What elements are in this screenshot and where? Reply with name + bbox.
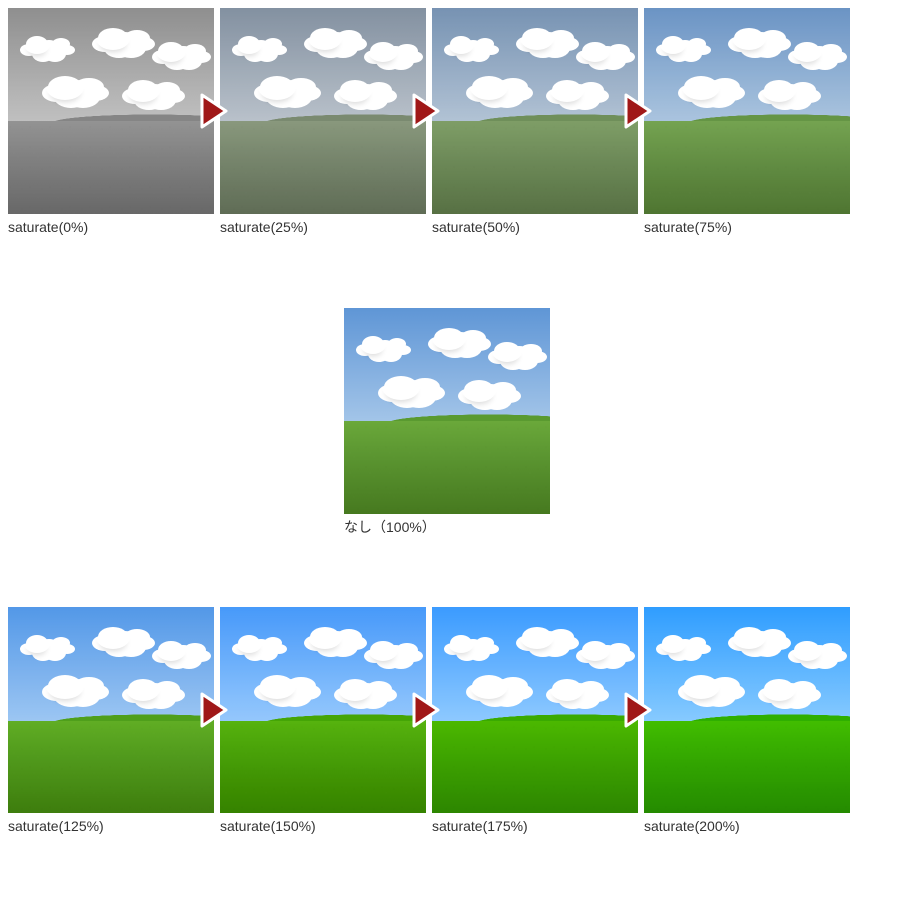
sample-image	[644, 8, 850, 214]
thumbnail-cell: saturate(125%)	[8, 607, 214, 837]
cloud-shape	[128, 679, 158, 699]
thumbnail-label: saturate(125%)	[8, 817, 214, 837]
thumbnail-wrapper	[8, 607, 214, 813]
cloud-shape	[238, 36, 260, 52]
thumbnail-wrapper	[220, 607, 426, 813]
thumbnail-wrapper	[220, 8, 426, 214]
arrow-right-icon	[412, 93, 440, 129]
cloud-shape	[26, 36, 48, 52]
sample-image	[8, 8, 214, 214]
cloud-shape	[260, 76, 294, 98]
cloud-shape	[434, 328, 464, 348]
cloud-shape	[450, 36, 472, 52]
thumbnail-cell: なし（100%）	[344, 308, 550, 538]
cloud-shape	[464, 380, 494, 400]
thumbnail-wrapper	[8, 8, 214, 214]
ground-layer	[432, 121, 638, 214]
sample-image	[344, 308, 550, 514]
ground-layer	[220, 721, 426, 814]
cloud-shape	[582, 641, 608, 659]
cloud-shape	[794, 42, 820, 60]
cloud-shape	[340, 80, 370, 100]
arrow-right-icon	[200, 692, 228, 728]
cloud-shape	[522, 627, 552, 647]
cloud-shape	[260, 675, 294, 697]
thumbnail-cell: saturate(200%)	[644, 607, 850, 837]
cloud-shape	[662, 635, 684, 651]
sample-image	[432, 8, 638, 214]
arrow-right-icon	[200, 93, 228, 129]
ground-layer	[220, 121, 426, 214]
ground-layer	[344, 421, 550, 514]
sample-image	[220, 8, 426, 214]
cloud-shape	[450, 635, 472, 651]
cloud-shape	[362, 336, 384, 352]
cloud-shape	[552, 80, 582, 100]
ground-layer	[644, 721, 850, 814]
cloud-shape	[128, 80, 158, 100]
thumbnail-label: saturate(0%)	[8, 218, 214, 238]
cloud-shape	[494, 342, 520, 360]
cloud-shape	[370, 42, 396, 60]
cloud-shape	[734, 627, 764, 647]
arrow-right-icon	[624, 93, 652, 129]
cloud-shape	[310, 627, 340, 647]
cloud-shape	[794, 641, 820, 659]
cloud-shape	[384, 376, 418, 398]
cloud-shape	[662, 36, 684, 52]
arrow-right-icon	[624, 692, 652, 728]
ground-layer	[8, 121, 214, 214]
cloud-shape	[340, 679, 370, 699]
arrow-right-icon	[412, 692, 440, 728]
cloud-shape	[158, 641, 184, 659]
thumbnail-cell: saturate(25%)	[220, 8, 426, 238]
thumbnail-cell: saturate(75%)	[644, 8, 850, 238]
thumbnail-row: なし（100%）	[8, 308, 892, 538]
cloud-shape	[522, 28, 552, 48]
cloud-shape	[684, 675, 718, 697]
thumbnail-label: saturate(50%)	[432, 218, 638, 238]
cloud-shape	[552, 679, 582, 699]
thumbnail-wrapper	[644, 607, 850, 813]
cloud-shape	[48, 76, 82, 98]
thumbnail-row: saturate(0%) saturate(25%)	[8, 8, 892, 238]
thumbnail-label: saturate(175%)	[432, 817, 638, 837]
cloud-shape	[48, 675, 82, 697]
thumbnail-row: saturate(125%) saturate(150%)	[8, 607, 892, 837]
cloud-shape	[98, 28, 128, 48]
thumbnail-cell: saturate(150%)	[220, 607, 426, 837]
cloud-shape	[98, 627, 128, 647]
cloud-shape	[26, 635, 48, 651]
cloud-shape	[684, 76, 718, 98]
cloud-shape	[582, 42, 608, 60]
cloud-shape	[370, 641, 396, 659]
cloud-shape	[472, 675, 506, 697]
thumbnail-label: saturate(200%)	[644, 817, 850, 837]
thumbnail-wrapper	[432, 8, 638, 214]
thumbnail-wrapper	[644, 8, 850, 214]
sample-image	[8, 607, 214, 813]
cloud-shape	[158, 42, 184, 60]
thumbnail-cell: saturate(175%)	[432, 607, 638, 837]
thumbnail-label: なし（100%）	[344, 518, 550, 538]
thumbnail-wrapper	[432, 607, 638, 813]
ground-layer	[432, 721, 638, 814]
sample-image	[644, 607, 850, 813]
thumbnail-cell: saturate(50%)	[432, 8, 638, 238]
ground-layer	[644, 121, 850, 214]
sample-image	[432, 607, 638, 813]
thumbnail-cell: saturate(0%)	[8, 8, 214, 238]
ground-layer	[8, 721, 214, 814]
thumbnail-label: saturate(25%)	[220, 218, 426, 238]
thumbnail-label: saturate(150%)	[220, 817, 426, 837]
sample-image	[220, 607, 426, 813]
cloud-shape	[764, 679, 794, 699]
cloud-shape	[472, 76, 506, 98]
cloud-shape	[310, 28, 340, 48]
thumbnail-label: saturate(75%)	[644, 218, 850, 238]
thumbnail-wrapper	[344, 308, 550, 514]
cloud-shape	[734, 28, 764, 48]
cloud-shape	[764, 80, 794, 100]
cloud-shape	[238, 635, 260, 651]
